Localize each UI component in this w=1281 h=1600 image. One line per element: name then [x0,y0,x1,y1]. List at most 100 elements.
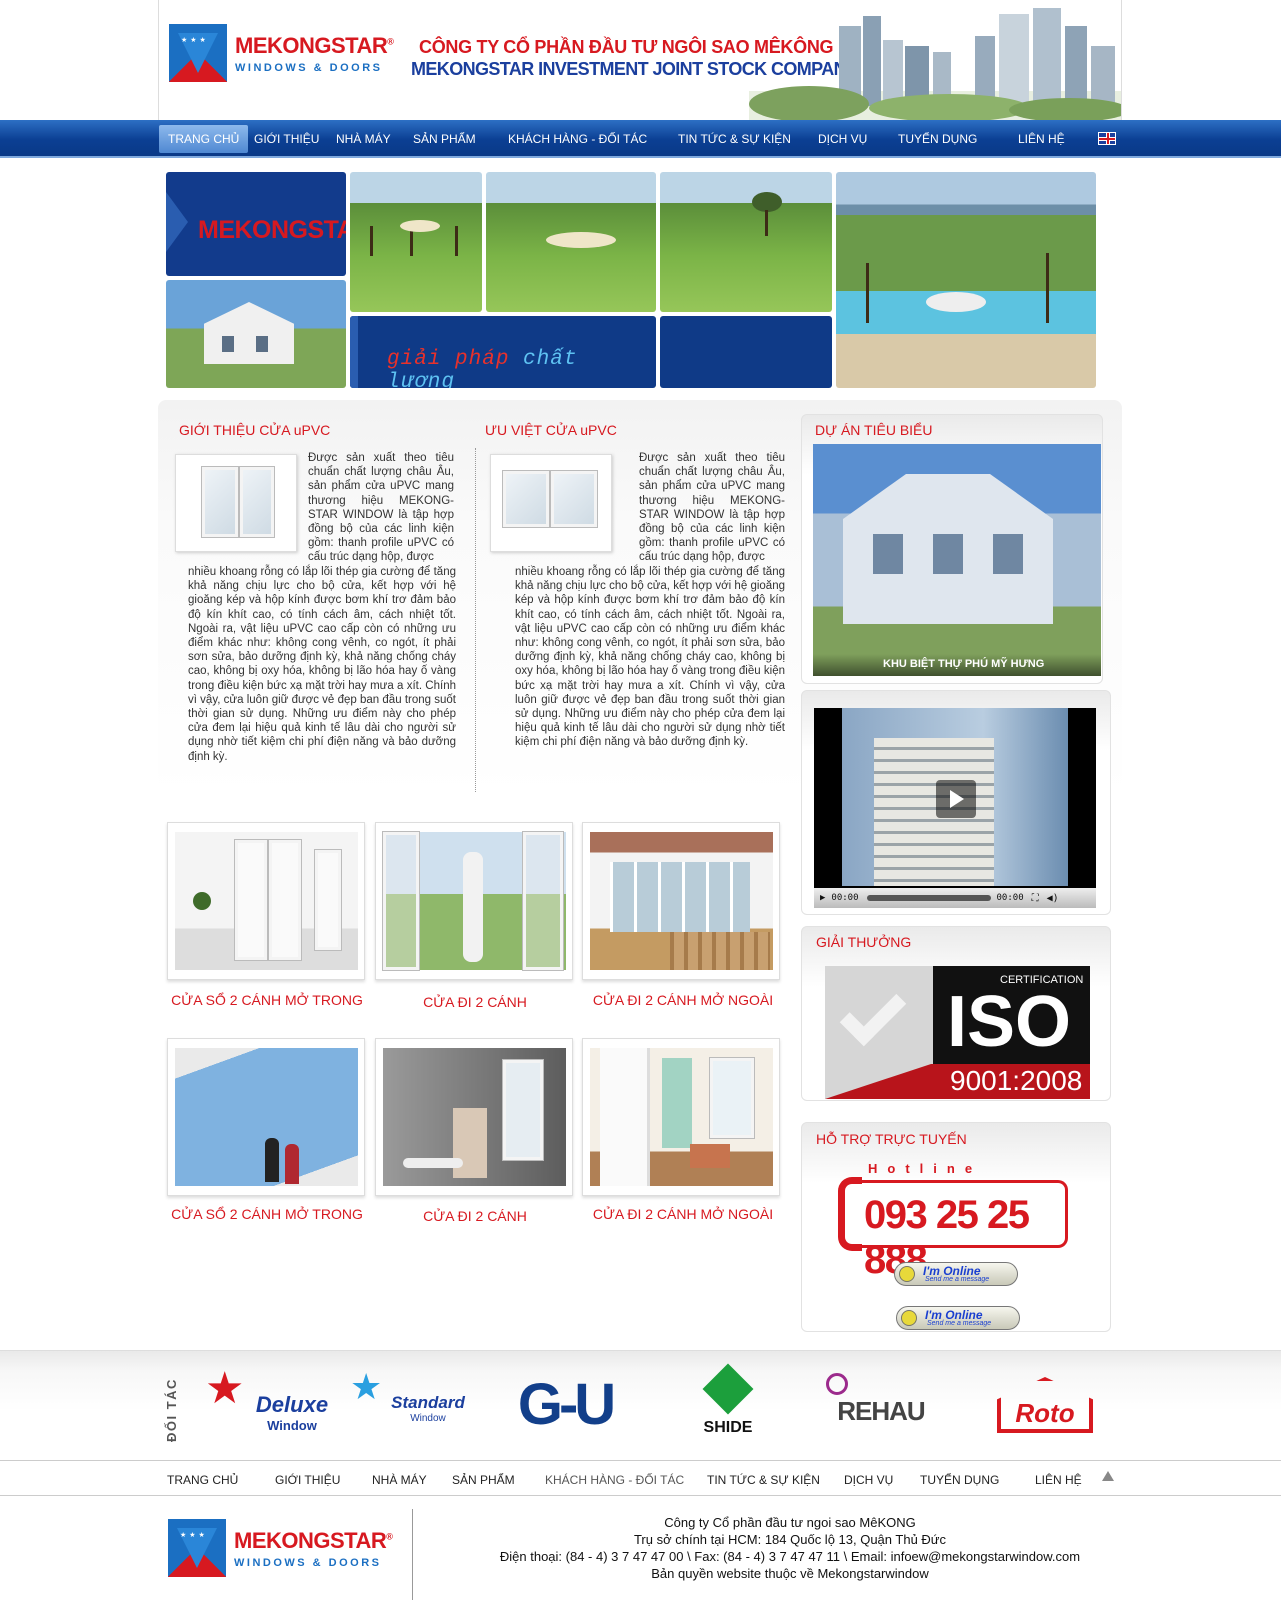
back-to-top-icon[interactable] [1102,1471,1114,1481]
partner-roto-logo[interactable]: Roto [990,1365,1100,1445]
partners-label: ĐỐI TÁC [164,1378,179,1442]
logo[interactable]: ★★★ MEKONGSTAR® WINDOWS & DOORS [169,24,394,82]
intro-thumbnail [175,454,297,552]
smiley-icon [899,1266,915,1282]
intro-text-top: Được sản xuất theo tiêu chuẩn chất lượng… [308,452,454,564]
product-card[interactable] [167,1038,365,1196]
fullscreen-icon[interactable]: ⛶ [1032,893,1039,904]
advantages-title: ƯU VIỆT CỬA uPVC [485,422,617,438]
english-flag-icon[interactable] [1098,132,1116,145]
intro-title: GIỚI THIỆU CỬA uPVC [179,422,331,438]
nav-item-customers[interactable]: KHÁCH HÀNG - ĐỐI TÁC [508,125,647,153]
main-nav: TRANG CHỦ GIỚI THIỆU NHÀ MÁY SẢN PHẨM KH… [0,120,1281,158]
footer-nav-products[interactable]: SẢN PHẨM [452,1473,515,1487]
support-title: HỖ TRỢ TRỰC TUYẾN [816,1131,967,1147]
play-button[interactable] [936,780,976,818]
nav-item-about[interactable]: GIỚI THIỆU [254,125,319,153]
nav-item-news[interactable]: TIN TỨC & SỰ KIỆN [678,125,791,153]
nav-item-contact[interactable]: LIÊN HỆ [1018,125,1065,153]
product-label[interactable]: CỬA ĐI 2 CÁNH MỞ NGOÀI [578,1206,788,1222]
banner-brand-tile: MEKONGSTAR [166,172,346,276]
projects-title: DỰ ÁN TIÊU BIỂU [815,422,933,438]
nav-item-recruitment[interactable]: TUYỂN DỤNG [898,125,977,153]
partner-rehau-logo[interactable]: REHAU [826,1365,936,1445]
partner-standard-logo[interactable]: ★ Standard Window [350,1365,470,1445]
banner-resort-image [836,172,1096,388]
banner-blank-tile [660,316,832,388]
footer-nav-factory[interactable]: NHÀ MÁY [372,1473,427,1487]
yahoo-online-button[interactable]: I'm Online Send me a message [896,1306,1020,1330]
banner-slogan-tile: giải pháp chất lượng [350,316,656,388]
banner-villa-image [166,280,346,388]
video-seekbar[interactable] [866,895,991,901]
video-controls: ▶ 00:00 00:00 ⛶ ◀) [814,888,1096,908]
nav-item-products[interactable]: SẢN PHẨM [413,125,476,153]
banner-golf-image-2 [486,172,656,312]
product-card[interactable] [167,822,365,980]
intro-text-bottom: nhiều khoang rỗng có lắp lõi thép gia cư… [188,566,456,763]
footer-nav-news[interactable]: TIN TỨC & SỰ KIỆN [707,1473,820,1487]
iso-big-label: ISO [947,982,1072,1062]
advantages-text-bottom: nhiều khoang rỗng có lắp lõi thép gia cư… [515,566,785,749]
project-image[interactable]: KHU BIỆT THỰ PHÚ MỸ HƯNG [813,444,1101,676]
footer-nav: TRANG CHỦ GIỚI THIỆU NHÀ MÁY SẢN PHẨM KH… [0,1460,1281,1496]
banner-golf-image-1 [350,172,482,312]
partner-shide-logo[interactable]: SHIDE [688,1360,768,1440]
video-player[interactable]: ▶ 00:00 00:00 ⛶ ◀) [814,708,1096,908]
footer-contact[interactable]: Điện thoại: (84 - 4) 3 7 47 47 00 \ Fax:… [420,1549,1160,1564]
product-image [383,832,566,970]
header: ★★★ MEKONGSTAR® WINDOWS & DOORS CÔNG TY … [158,0,1122,122]
banner-slogan: giải pháp chất lượng [387,348,578,388]
hotline-box[interactable]: Hotline 093 25 25 888 [838,1161,1068,1282]
product-card[interactable] [375,822,573,980]
footer-nav-about[interactable]: GIỚI THIỆU [275,1473,340,1487]
partner-deluxe-logo[interactable]: ★ Deluxe Window [205,1365,335,1445]
banner-brand: MEKONGSTAR [198,216,346,244]
logo-subtitle: WINDOWS & DOORS [235,61,383,74]
footer-company: Công ty Cổ phần đầu tư ngoi sao MêKONG [664,1515,916,1530]
logo-mark: ★★★ [169,24,227,82]
volume-icon[interactable]: ◀) [1047,893,1059,904]
footer-address: Trụ sở chính tại HCM: 184 Quốc lộ 13, Qu… [633,1532,947,1547]
online-sub: Send me a message [927,1320,992,1327]
footer-nav-contact[interactable]: LIÊN HỆ [1035,1473,1082,1487]
advantages-text-top: Được sản xuất theo tiêu chuẩn chất lượng… [639,452,785,564]
product-label[interactable]: CỬA SỔ 2 CÁNH MỞ TRONG [162,1206,372,1222]
rehau-ring-icon [826,1373,848,1395]
footer-nav-customers[interactable]: KHÁCH HÀNG - ĐỐI TÁC [545,1473,684,1487]
footer: ★★★ MEKONGSTAR® WINDOWS & DOORS Công ty … [0,1497,1281,1600]
banner-golf-image-3 [660,172,832,312]
footer-divider [412,1509,413,1600]
product-image [175,1048,358,1186]
product-label[interactable]: CỬA ĐI 2 CÁNH MỞ NGOÀI [578,992,788,1008]
play-small-icon[interactable]: ▶ [820,893,825,903]
diamond-icon [702,1363,754,1415]
product-card[interactable] [375,1038,573,1196]
hotline-label: Hotline [868,1161,983,1176]
nav-item-factory[interactable]: NHÀ MÁY [336,125,391,153]
product-label[interactable]: CỬA ĐI 2 CÁNH [370,994,580,1010]
product-card[interactable] [582,822,780,980]
partner-gu-logo[interactable]: G-U [500,1365,630,1445]
footer-logo[interactable]: ★★★ MEKONGSTAR® WINDOWS & DOORS [168,1519,393,1577]
star-icon: ★ [205,1364,245,1413]
video-time-start: 00:00 [831,893,859,903]
online-sub: Send me a message [925,1276,990,1283]
footer-nav-services[interactable]: DỊCH VỤ [844,1473,893,1487]
video-time-end: 00:00 [996,893,1024,903]
product-label[interactable]: CỬA SỔ 2 CÁNH MỞ TRONG [162,992,372,1008]
yahoo-online-button[interactable]: I'm Online Send me a message [894,1262,1018,1286]
footer-nav-recruitment[interactable]: TUYỂN DỤNG [920,1473,999,1487]
nav-item-home[interactable]: TRANG CHỦ [159,125,249,153]
product-card[interactable] [582,1038,780,1196]
product-label[interactable]: CỬA ĐI 2 CÁNH [370,1208,580,1224]
footer-logo-mark: ★★★ [168,1519,226,1577]
footer-nav-home[interactable]: TRANG CHỦ [167,1473,238,1487]
nav-item-services[interactable]: DỊCH VỤ [818,125,867,153]
advantages-thumbnail [490,454,612,552]
project-caption: KHU BIỆT THỰ PHÚ MỸ HƯNG [883,658,1045,670]
column-divider [475,448,476,792]
footer-logo-name: MEKONGSTAR® [234,1527,393,1553]
product-image [590,832,773,970]
video-frame[interactable] [814,708,1096,886]
